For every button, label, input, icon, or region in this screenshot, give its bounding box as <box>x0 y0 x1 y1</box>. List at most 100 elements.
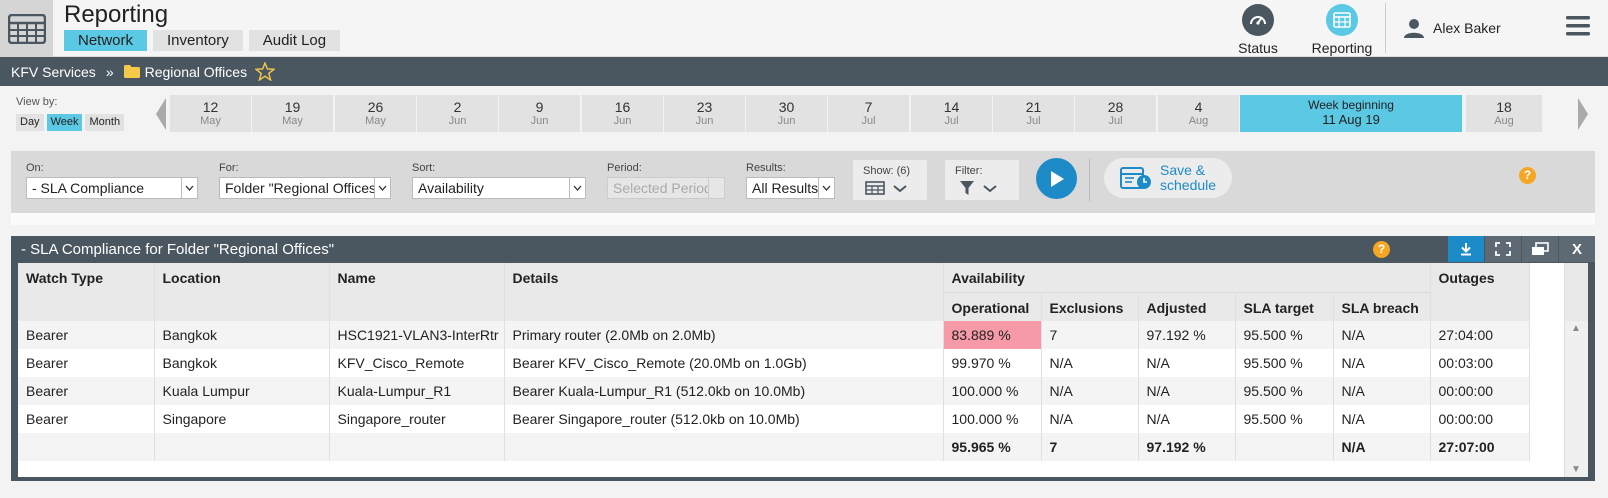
week-cell[interactable]: 4 Aug <box>1158 95 1239 132</box>
table-row[interactable]: Bearer Singapore Singapore_router Bearer… <box>18 405 1530 433</box>
week-day: 9 <box>535 99 544 115</box>
week-cell[interactable]: 28 Jul <box>1075 95 1156 132</box>
cell-details: Bearer Singapore_router (512.0kb on 10.0… <box>504 405 944 433</box>
view-day-button[interactable]: Day <box>16 114 44 131</box>
tab-inventory[interactable]: Inventory <box>153 30 243 51</box>
save-schedule-button[interactable]: Save & schedule <box>1104 158 1232 198</box>
tab-audit-log[interactable]: Audit Log <box>248 30 341 51</box>
week-cell[interactable]: 21 Jul <box>993 95 1074 132</box>
cell-operational: 99.970 % <box>943 349 1042 377</box>
download-icon[interactable] <box>1448 236 1484 262</box>
timeline-next-icon[interactable] <box>1578 98 1588 130</box>
week-cell[interactable]: 18 Aug <box>1466 95 1542 132</box>
results-value: All Results <box>752 180 819 196</box>
show-columns-button[interactable]: Show: (6) <box>853 160 927 200</box>
col-operational[interactable]: Operational <box>943 291 1042 321</box>
for-label: For: <box>219 162 239 174</box>
week-day: 28 <box>1107 99 1124 115</box>
for-select[interactable]: Folder "Regional Offices" <box>219 177 391 199</box>
week-cell[interactable]: 7 Jul <box>828 95 909 132</box>
week-cell[interactable]: 9 Jun <box>499 95 580 132</box>
timeline-prev-icon[interactable] <box>156 98 166 130</box>
close-icon[interactable]: X <box>1559 236 1595 262</box>
col-exclusions[interactable]: Exclusions <box>1041 291 1139 321</box>
scroll-down-icon[interactable]: ▼ <box>1571 464 1581 475</box>
cell-adjusted: 97.192 % <box>1138 321 1236 349</box>
report-toolbar: X <box>1447 236 1595 262</box>
user-menu[interactable]: Alex Baker <box>1403 17 1501 39</box>
cell-sla-target: 95.500 % <box>1235 349 1334 377</box>
detach-window-icon[interactable] <box>1522 236 1558 262</box>
cell-empty <box>154 433 330 461</box>
table-row[interactable]: Bearer Bangkok HSC1921-VLAN3-InterRtr Pr… <box>18 321 1530 349</box>
week-cell[interactable]: 23 Jun <box>664 95 745 132</box>
breadcrumb-root[interactable]: KFV Services <box>11 64 96 80</box>
cell-exclusions: N/A <box>1041 405 1139 433</box>
period-value: Selected Period <box>613 180 712 196</box>
week-cell-current[interactable]: Week beginning 11 Aug 19 <box>1240 95 1462 132</box>
col-location[interactable]: Location <box>154 263 330 321</box>
report-help-icon[interactable]: ? <box>1373 241 1390 258</box>
app-grid-icon[interactable] <box>0 0 53 57</box>
schedule-icon <box>1120 167 1151 189</box>
week-month: Jul <box>861 115 876 127</box>
week-cell[interactable]: 26 May <box>335 95 416 132</box>
help-icon[interactable]: ? <box>1519 167 1536 184</box>
table-row[interactable]: Bearer Bangkok KFV_Cisco_Remote Bearer K… <box>18 349 1530 377</box>
run-report-button[interactable] <box>1036 158 1077 199</box>
star-icon[interactable] <box>255 62 276 81</box>
total-operational: 95.965 % <box>943 433 1042 461</box>
week-month: Jun <box>613 115 632 127</box>
tab-network[interactable]: Network <box>64 30 148 51</box>
sort-select[interactable]: Availability <box>412 177 586 199</box>
chevron-down-icon <box>181 178 197 198</box>
week-cell[interactable]: 14 Jul <box>911 95 992 132</box>
cell-sla-breach: N/A <box>1333 321 1431 349</box>
view-week-button[interactable]: Week <box>46 114 83 131</box>
chevron-down-icon <box>983 185 997 193</box>
gauge-icon <box>1242 4 1274 36</box>
breadcrumb-current[interactable]: Regional Offices <box>145 64 247 80</box>
cell-adjusted: N/A <box>1138 405 1236 433</box>
col-name[interactable]: Name <box>329 263 505 321</box>
col-sla-breach[interactable]: SLA breach <box>1333 291 1431 321</box>
panel-spacer <box>11 213 1595 225</box>
week-month: Jul <box>1108 115 1123 127</box>
col-sla-target[interactable]: SLA target <box>1235 291 1334 321</box>
week-day: 21 <box>1025 99 1042 115</box>
week-cell[interactable]: 30 Jun <box>746 95 827 132</box>
save-label-line1: Save & <box>1160 162 1206 178</box>
col-outages[interactable]: Outages <box>1430 263 1530 321</box>
status-button[interactable]: Status <box>1223 4 1293 56</box>
reporting-button[interactable]: Reporting <box>1307 4 1377 56</box>
period-select[interactable]: Selected Period <box>607 177 725 199</box>
week-cell[interactable]: 12 May <box>170 95 251 132</box>
hamburger-menu-icon[interactable] <box>1565 14 1591 41</box>
results-select[interactable]: All Results <box>746 177 835 199</box>
table-scrollbar[interactable]: ▲ ▼ <box>1564 263 1588 477</box>
cell-outages: 00:00:00 <box>1430 405 1530 433</box>
week-cell[interactable]: 16 Jun <box>582 95 663 132</box>
cell-watch-type: Bearer <box>18 321 155 349</box>
cell-exclusions: N/A <box>1041 349 1139 377</box>
col-watch-type[interactable]: Watch Type <box>18 263 155 321</box>
table-icon <box>1326 4 1358 36</box>
week-cell[interactable]: 2 Jun <box>417 95 498 132</box>
view-month-button[interactable]: Month <box>85 114 125 131</box>
week-cell[interactable]: 19 May <box>252 95 333 132</box>
folder-icon <box>123 65 140 78</box>
filter-button[interactable]: Filter: <box>945 160 1019 200</box>
scrollbar-header <box>1565 263 1588 321</box>
cell-exclusions: 7 <box>1041 321 1139 349</box>
col-details[interactable]: Details <box>504 263 944 321</box>
col-adjusted[interactable]: Adjusted <box>1138 291 1236 321</box>
on-select[interactable]: - SLA Compliance <box>26 177 198 199</box>
scroll-up-icon[interactable]: ▲ <box>1571 323 1581 334</box>
cell-location: Kuala Lumpur <box>154 377 330 405</box>
fullscreen-icon[interactable] <box>1485 236 1521 262</box>
cell-exclusions: N/A <box>1041 377 1139 405</box>
week-month: Jul <box>1026 115 1041 127</box>
table-row[interactable]: Bearer Kuala Lumpur Kuala-Lumpur_R1 Bear… <box>18 377 1530 405</box>
cell-location: Bangkok <box>154 321 330 349</box>
cell-empty <box>18 433 155 461</box>
